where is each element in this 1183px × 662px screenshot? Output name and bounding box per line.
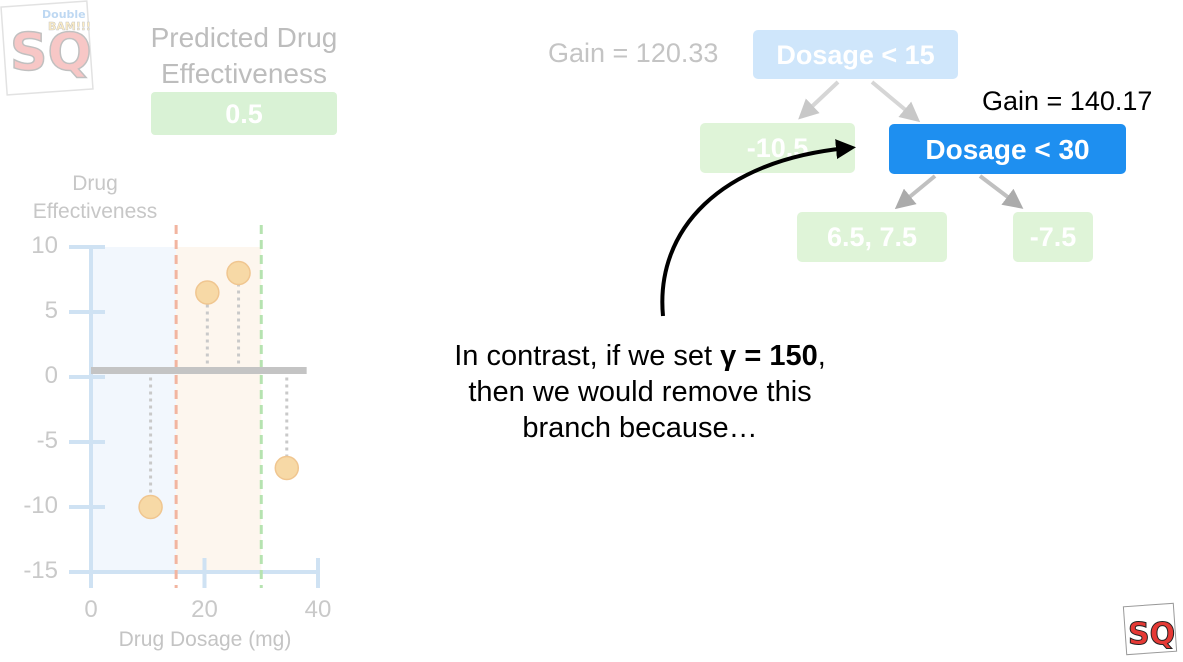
caption-gamma: γ = 150 — [720, 340, 818, 372]
caption-line1-suffix: , — [817, 340, 826, 372]
branch-right-arrow — [978, 174, 1024, 209]
caption-line3: branch because… — [522, 412, 758, 444]
small-logo-mark: SQ! — [1128, 617, 1178, 652]
statquest-logo-small: SQ! — [1122, 602, 1178, 656]
caption-text: In contrast, if we set γ = 150, then we … — [420, 338, 860, 446]
caption-line1: In contrast, if we set γ = 150, — [420, 338, 860, 374]
caption-line2: then we would remove this — [468, 376, 812, 408]
root-left-arrow — [798, 80, 840, 120]
branch-left-arrow — [894, 174, 937, 210]
root-right-arrow — [870, 80, 921, 123]
curved-pointer-arrow — [660, 139, 856, 317]
caption-line1-prefix: In contrast, if we set — [454, 340, 721, 372]
tree-connectors — [660, 80, 1024, 317]
